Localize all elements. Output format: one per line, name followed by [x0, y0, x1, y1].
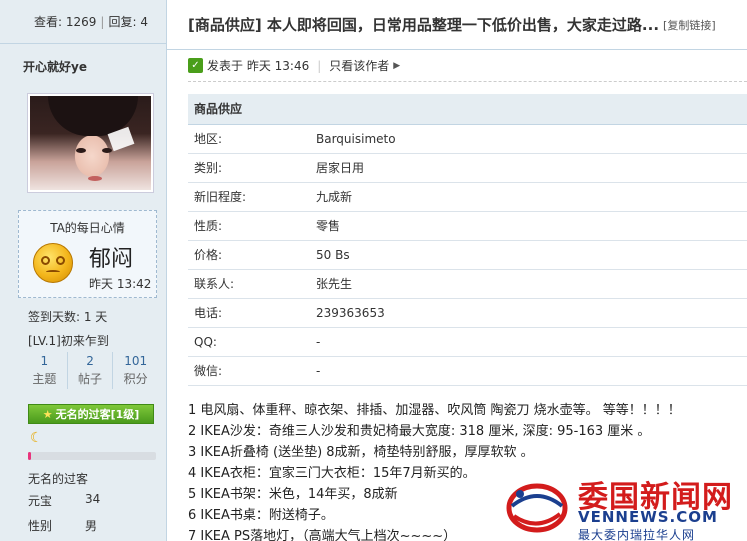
table-row: 地区: Barquisimeto [188, 124, 747, 154]
level-progress-bar [28, 452, 156, 460]
table-field-label: 微信: [188, 356, 316, 386]
only-author-link[interactable]: 只看该作者 [329, 57, 389, 74]
site-watermark: 委国新闻网 VENNEWS.COM 最大委内瑞拉华人网 [498, 470, 747, 541]
description-line: 3 IKEA折叠椅 (送坐垫) 8成新，椅垫特别舒服，厚厚软软 。 [188, 445, 534, 460]
coins-row: 元宝 34 [28, 492, 100, 509]
table-field-value: - [316, 356, 747, 386]
caret-right-icon: ▶ [393, 60, 401, 71]
count-posts-label: 帖子 [78, 372, 103, 386]
user-group-label: 无名的过客[1级] [55, 408, 140, 421]
table-row: 价格: 50 Bs [188, 240, 747, 270]
table-field-value: 居家日用 [316, 153, 747, 183]
table-row: 性质: 零售 [188, 211, 747, 241]
table-field-label: 新旧程度: [188, 182, 316, 212]
table-row: QQ: - [188, 327, 747, 357]
table-field-label: 性质: [188, 211, 316, 241]
daily-mood-box: TA的每日心情 郁闷 昨天 13:42 [18, 210, 157, 298]
author-sidebar: 查看: 1269 | 回复: 4 开心就好ye TA的每日心情 郁闷 昨天 13… [0, 0, 167, 541]
moon-icon: ☾ [30, 430, 43, 446]
stats-divider: | [100, 14, 105, 29]
thread-stats: 查看: 1269 | 回复: 4 [0, 0, 166, 44]
count-threads-label: 主题 [32, 372, 57, 386]
table-field-value: - [316, 327, 747, 357]
globe-logo-icon [506, 483, 568, 533]
user-group-badge[interactable]: ★ 无名的过客[1级] [28, 404, 154, 424]
post-title-bar: [商品供应] 本人即将回国，日常用品整理一下低价出售，大家走过路... [复制链… [167, 0, 747, 50]
table-row: 新旧程度: 九成新 [188, 182, 747, 212]
gender-row: 性别 男 [28, 517, 97, 534]
count-threads-num[interactable]: 1 [22, 354, 67, 368]
table-row: 联系人: 张先生 [188, 269, 747, 299]
table-field-value: 九成新 [316, 182, 747, 212]
avatar-photo [30, 96, 151, 190]
checkin-days: 签到天数: 1 天 [28, 310, 108, 324]
user-counts: 1 主题 2 帖子 101 积分 [22, 352, 158, 389]
table-header: 商品供应 [188, 94, 747, 125]
gender-value: 男 [85, 519, 98, 533]
meta-divider: | [317, 58, 322, 73]
replies-label: 回复: [108, 15, 137, 29]
meta-divider-line [188, 81, 747, 82]
user-rank: 无名的过客 [28, 472, 89, 486]
user-level: [LV.1]初来乍到 [28, 334, 109, 348]
table-field-value: 张先生 [316, 269, 747, 299]
table-field-label: 类别: [188, 153, 316, 183]
avatar[interactable] [27, 93, 154, 193]
watermark-tagline: 最大委内瑞拉华人网 [578, 528, 696, 541]
mood-time: 昨天 13:42 [89, 277, 152, 291]
views-label: 查看: [34, 15, 63, 29]
mood-word: 郁闷 [89, 247, 134, 272]
table-body: 地区: Barquisimeto 类别: 居家日用 新旧程度: 九成新 性质: 零售 价格: 50… [188, 124, 747, 386]
replies-count: 4 [140, 14, 148, 29]
count-points-num[interactable]: 101 [113, 354, 158, 368]
table-field-label: 联系人: [188, 269, 316, 299]
table-field-value: Barquisimeto [316, 124, 747, 154]
table-row: 电话: 239363653 [188, 298, 747, 328]
mood-title: TA的每日心情 [50, 221, 125, 235]
coins-label: 元宝 [28, 494, 53, 508]
table-row: 类别: 居家日用 [188, 153, 747, 183]
post-title: [商品供应] 本人即将回国，日常用品整理一下低价出售，大家走过路... [188, 16, 660, 34]
table-field-label: 地区: [188, 124, 316, 154]
table-field-value: 239363653 [316, 298, 747, 328]
mood-face-icon [33, 243, 73, 283]
copy-link-button[interactable]: [复制链接] [663, 17, 716, 33]
coins-value: 34 [85, 492, 101, 506]
count-points[interactable]: 101 积分 [113, 352, 158, 389]
table-row: 微信: - [188, 356, 747, 386]
count-threads[interactable]: 1 主题 [22, 352, 68, 389]
posted-time: 发表于 昨天 13:46 [207, 59, 310, 73]
online-status-icon: ✓ [188, 58, 203, 73]
post-meta: ✓ 发表于 昨天 13:46 | 只看该作者 ▶ [188, 57, 400, 74]
count-posts[interactable]: 2 帖子 [68, 352, 114, 389]
watermark-domain: VENNEWS.COM [578, 508, 718, 526]
product-table: 商品供应 地区: Barquisimeto 类别: 居家日用 新旧程度: 九成新 性质: 零售… [188, 94, 747, 386]
table-field-label: QQ: [188, 327, 316, 357]
gender-label: 性别 [28, 519, 53, 533]
table-field-value: 50 Bs [316, 240, 747, 270]
star-icon: ★ [42, 407, 53, 421]
count-posts-num[interactable]: 2 [68, 354, 113, 368]
level-progress-fill [28, 452, 31, 460]
table-field-label: 电话: [188, 298, 316, 328]
post-main: [商品供应] 本人即将回国，日常用品整理一下低价出售，大家走过路... [复制链… [167, 0, 747, 541]
author-name[interactable]: 开心就好ye [0, 44, 166, 88]
table-field-value: 零售 [316, 211, 747, 241]
count-points-label: 积分 [123, 372, 148, 386]
table-field-label: 价格: [188, 240, 316, 270]
description-line: 1 电风扇、体重秤、晾衣架、排插、加湿器、吹风筒 陶瓷刀 烧水壶等。 等等！！！… [188, 403, 681, 418]
views-count: 1269 [65, 14, 97, 29]
description-line: 2 IKEA沙发：奇维三人沙发和贵妃椅最大宽度: 318 厘米, 深度: 95-… [188, 424, 651, 439]
